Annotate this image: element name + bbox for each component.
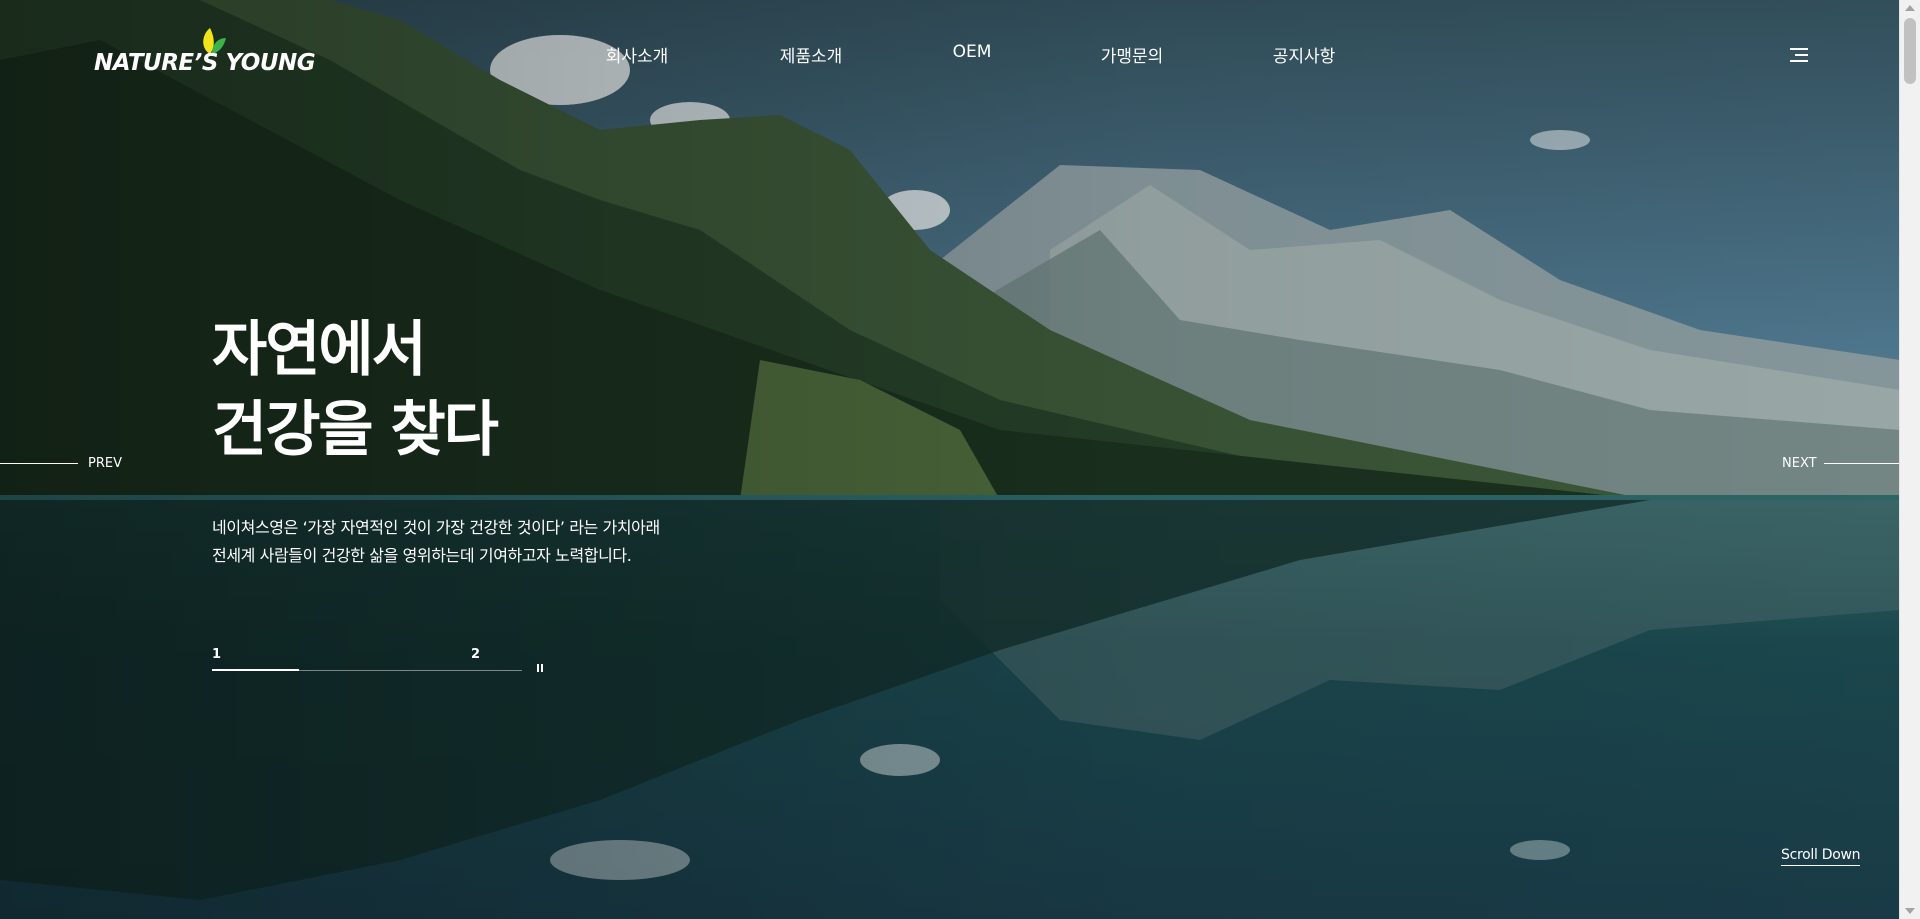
progress-fill <box>212 669 299 671</box>
nav-item-oem[interactable]: OEM <box>953 42 992 62</box>
scroll-down-arrow-icon[interactable] <box>1905 908 1915 914</box>
nav-item-company[interactable]: 회사소개 <box>606 42 669 67</box>
hero-headline: 자연에서 건강을 찾다 <box>212 310 499 470</box>
next-line <box>1824 463 1900 464</box>
prev-button[interactable]: PREV <box>0 456 125 471</box>
main-nav: 회사소개 제품소개 OEM 가맹문의 공지사항 <box>0 42 1900 67</box>
slide-pager: 1 2 <box>212 645 552 675</box>
page-2-button[interactable]: 2 <box>471 647 480 662</box>
page-scrollbar[interactable] <box>1899 0 1920 919</box>
next-button[interactable]: NEXT <box>1770 456 1900 471</box>
hero-section: NATURE’S YOUNG 회사소개 제품소개 OEM 가맹문의 공지사항 자… <box>0 0 1900 919</box>
scrollbar-thumb[interactable] <box>1904 18 1916 84</box>
next-label: NEXT <box>1782 456 1817 471</box>
prev-label: PREV <box>88 456 122 471</box>
description-line-1: 네이쳐스영은 ‘가장 자연적인 것이 가장 건강한 것이다’ 라는 가치아래 <box>212 518 660 537</box>
headline-line-1: 자연에서 <box>212 315 427 385</box>
scroll-down-link[interactable]: Scroll Down <box>1781 847 1861 866</box>
scroll-up-arrow-icon[interactable] <box>1905 5 1915 11</box>
hero-description: 네이쳐스영은 ‘가장 자연적인 것이 가장 건강한 것이다’ 라는 가치아래 전… <box>212 514 660 570</box>
description-line-2: 전세계 사람들이 건강한 삶을 영위하는데 기여하고자 노력합니다. <box>212 546 632 565</box>
hamburger-icon[interactable] <box>1790 48 1808 64</box>
nav-item-products[interactable]: 제품소개 <box>780 42 843 67</box>
prev-line <box>0 463 78 464</box>
pause-icon[interactable] <box>537 664 545 674</box>
nav-item-notice[interactable]: 공지사항 <box>1273 42 1336 67</box>
nav-item-franchise[interactable]: 가맹문의 <box>1101 42 1164 67</box>
page-1-button[interactable]: 1 <box>212 647 221 662</box>
headline-line-2: 건강을 찾다 <box>212 395 499 465</box>
